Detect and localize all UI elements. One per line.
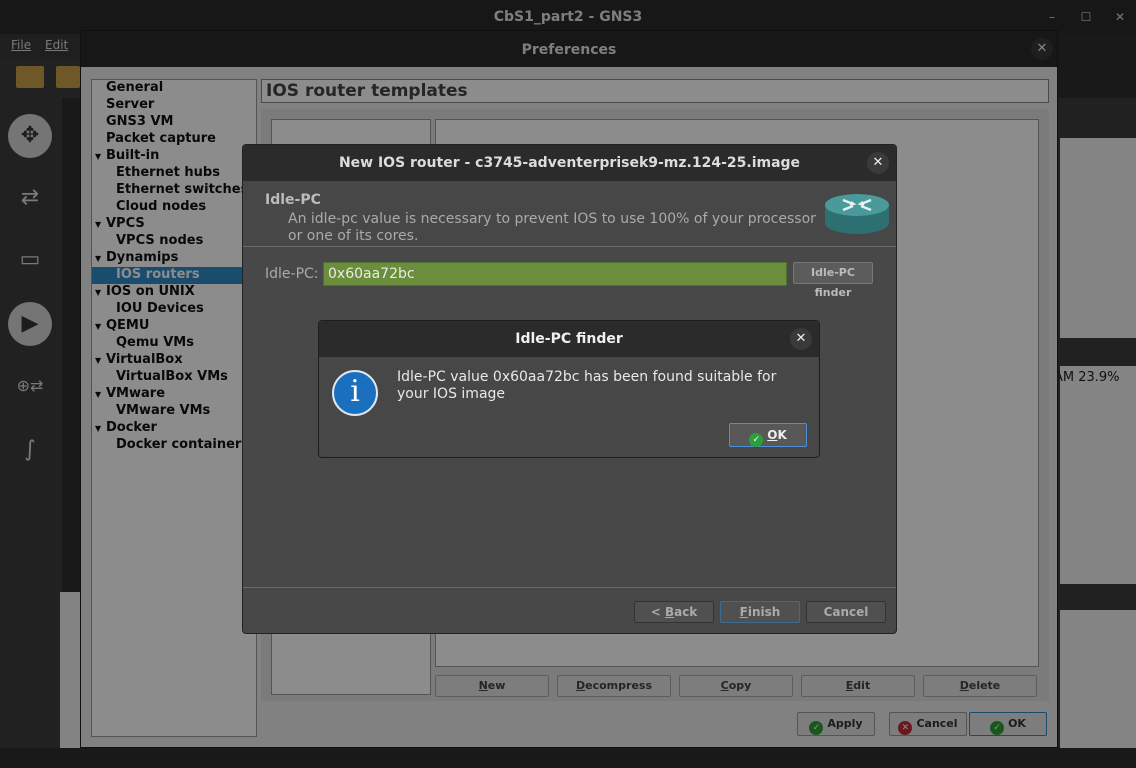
wizard-page-description: An idle-pc value is necessary to prevent…	[288, 211, 816, 244]
router-icon	[825, 194, 889, 234]
idle-pc-finder-button[interactable]: Idle-PC finder	[793, 262, 873, 299]
checkmark-icon: ✓	[749, 433, 764, 447]
idle-pc-label: Idle-PC:	[265, 266, 319, 282]
message-title: Idle-PC finder	[515, 331, 623, 347]
message-text: Idle-PC value 0x60aa72bc has been found …	[397, 369, 777, 402]
finish-button[interactable]: Finish	[720, 601, 800, 623]
message-titlebar: Idle-PC finder ✕	[319, 321, 819, 357]
wizard-cancel-button[interactable]: Cancel	[806, 601, 886, 623]
close-icon[interactable]: ✕	[867, 152, 889, 174]
wizard-titlebar: New IOS router - c3745-adventerprisek9-m…	[243, 145, 896, 181]
info-icon: i	[332, 370, 378, 416]
back-button[interactable]: < Back	[634, 601, 714, 623]
wizard-divider	[243, 587, 896, 588]
wizard-page-header: Idle-PC An idle-pc value is necessary to…	[243, 181, 896, 247]
wizard-title: New IOS router - c3745-adventerprisek9-m…	[338, 155, 801, 171]
message-ok-button[interactable]: ✓ OK	[729, 423, 807, 447]
close-icon[interactable]: ✕	[790, 328, 812, 350]
idle-pc-finder-message-box: Idle-PC finder ✕ i Idle-PC value 0x60aa7…	[318, 320, 820, 458]
idle-pc-input[interactable]: 0x60aa72bc	[323, 262, 787, 286]
wizard-page-title: Idle-PC	[265, 192, 321, 208]
